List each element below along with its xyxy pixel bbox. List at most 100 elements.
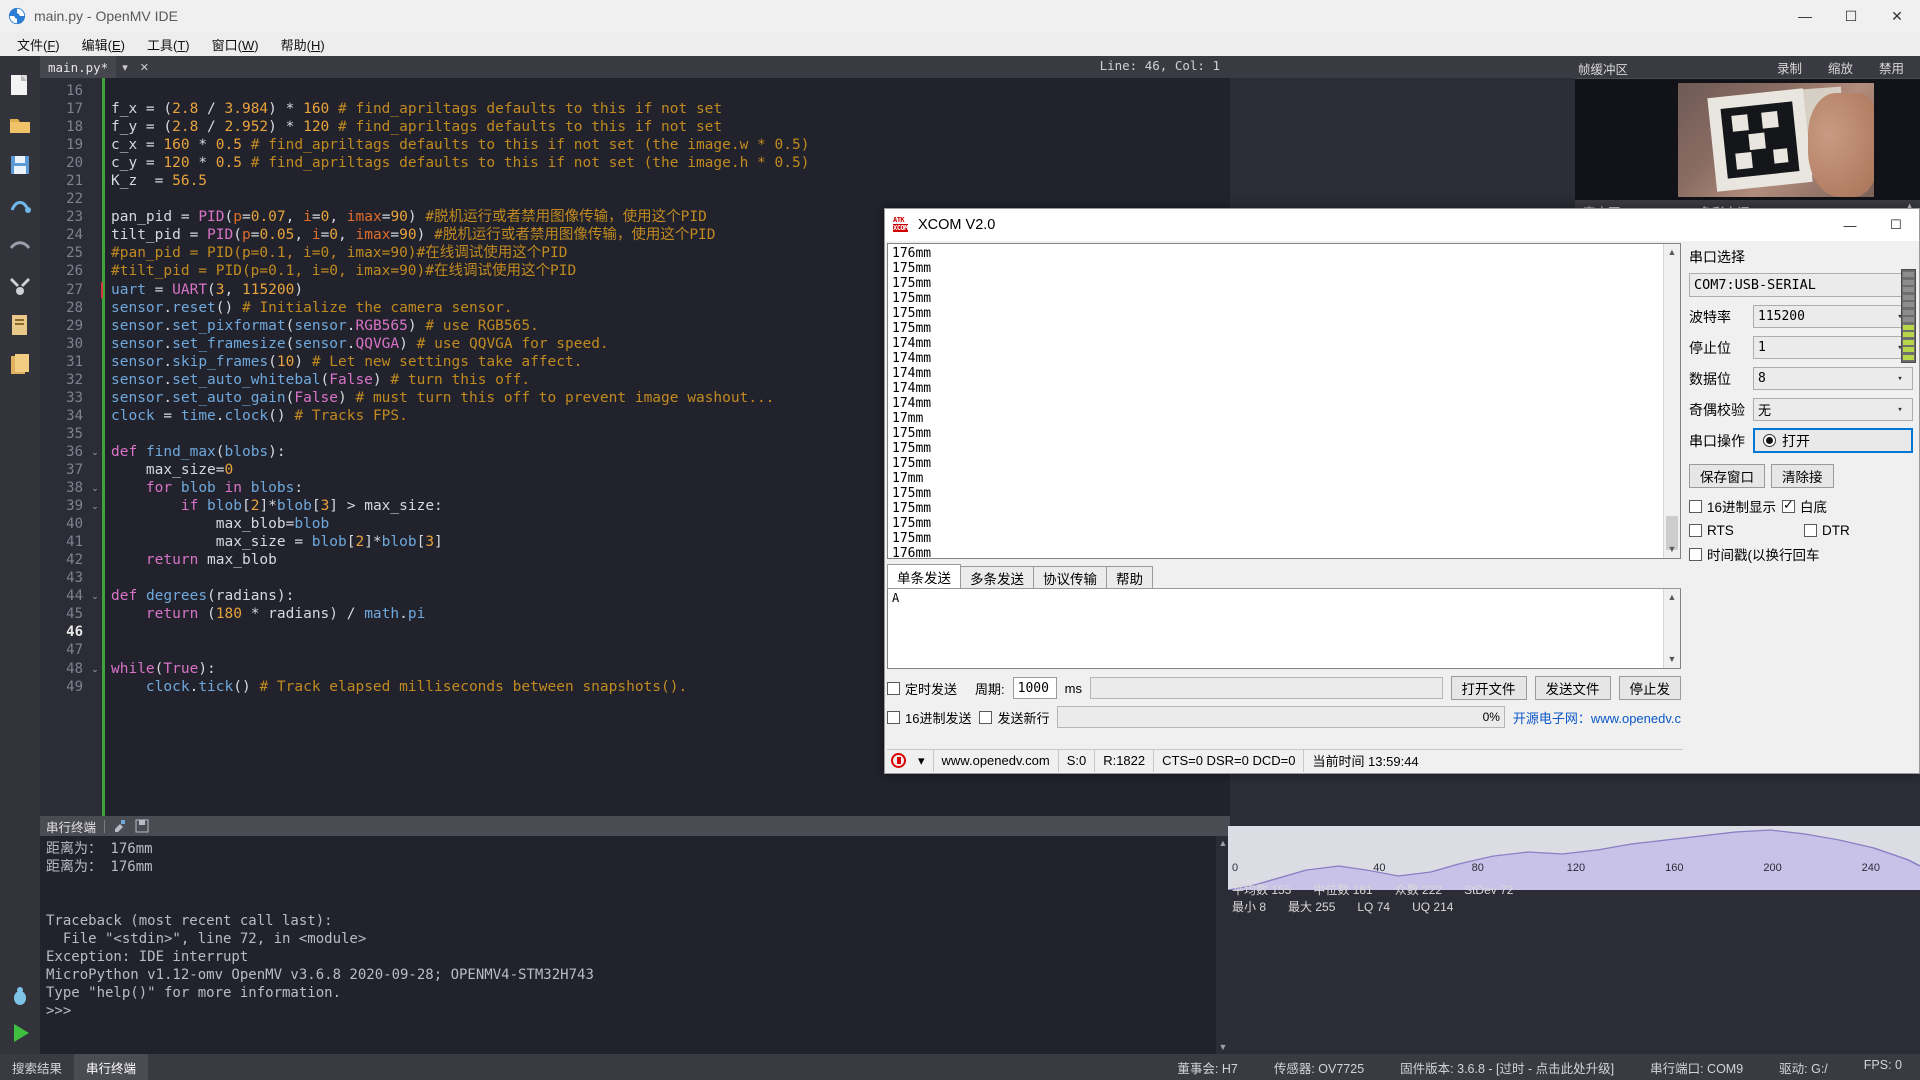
receive-scroll-down-icon[interactable]: ▼ (1664, 541, 1680, 558)
terminal-scroll-down-icon[interactable]: ▼ (1216, 1042, 1230, 1052)
promo-link[interactable]: 开源电子网：www.openedv.c (1513, 708, 1681, 727)
bottom-tab-0[interactable]: 搜索结果 (0, 1054, 74, 1080)
newline-send-checkbox[interactable]: 发送新行 (979, 708, 1049, 727)
led-segment (1903, 317, 1914, 322)
checkbox-row: 16进制显示 白底 (1689, 494, 1913, 518)
settings-checkbox-4[interactable]: 时间戳(以换行回车 (1689, 544, 1820, 564)
fold-toggle-icon[interactable]: ⌄ (88, 479, 102, 497)
send-tab-2[interactable]: 协议传输 (1033, 566, 1107, 588)
zoom-button[interactable]: 缩放 (1828, 58, 1853, 77)
terminal-clear-icon[interactable] (113, 819, 127, 833)
send-scroll-up-icon[interactable]: ▲ (1664, 589, 1680, 606)
menu-item-4[interactable]: 帮助(H) (270, 32, 336, 57)
led-segment (1903, 272, 1914, 277)
fold-toggle-icon[interactable]: ⌄ (88, 660, 102, 678)
line-number: 43 (40, 569, 88, 587)
send-scrollbar[interactable]: ▲ ▼ (1663, 589, 1680, 668)
fold-toggle-icon[interactable]: ⌄ (88, 587, 102, 605)
port-select[interactable]: COM7:USB-SERIAL (1689, 273, 1913, 297)
file-path-field[interactable] (1090, 677, 1443, 699)
editor-tab-main-py[interactable]: main.py* (40, 56, 116, 78)
tools-wrench-icon[interactable] (7, 272, 33, 298)
period-input[interactable]: 1000 (1013, 677, 1057, 699)
record-button[interactable]: 录制 (1777, 58, 1802, 77)
send-tab-1[interactable]: 多条发送 (960, 566, 1034, 588)
timed-send-checkbox[interactable]: 定时发送 (887, 679, 957, 698)
menu-item-2[interactable]: 工具(T) (136, 32, 201, 57)
terminal-save-icon[interactable] (135, 819, 149, 833)
settings-checkbox-2[interactable]: RTS (1689, 523, 1798, 538)
xcom-minimize-button[interactable]: — (1827, 209, 1873, 241)
status-item-2[interactable]: 固件版本: 3.6.8 - [过时 - 点击此处升级] (1382, 1058, 1632, 1077)
send-scroll-down-icon[interactable]: ▼ (1664, 651, 1680, 668)
menu-item-1[interactable]: 编辑(E) (71, 32, 136, 57)
xcom-logo-line2: XCOM (893, 224, 908, 232)
connect-usb-icon[interactable] (7, 192, 33, 218)
setting-select-2[interactable]: 8▾ (1753, 367, 1913, 390)
examples-icon[interactable] (7, 352, 33, 378)
settings-checkbox-3[interactable]: DTR (1804, 523, 1913, 538)
ide-maximize-button[interactable]: ☐ (1828, 0, 1874, 32)
checkbox-label: 白底 (1800, 496, 1827, 516)
save-file-icon[interactable] (7, 152, 33, 178)
checkbox-box[interactable] (1782, 500, 1795, 513)
progress-label: 0% (1483, 710, 1500, 724)
new-file-icon[interactable] (7, 72, 33, 98)
menu-item-0[interactable]: 文件(F) (6, 32, 71, 57)
fold-toggle-icon[interactable]: ⌄ (88, 443, 102, 461)
tab-close-icon[interactable]: ✕ (134, 61, 155, 74)
camera-frame-image (1678, 83, 1874, 197)
menu-item-3[interactable]: 窗口(W) (201, 32, 270, 57)
settings-checkbox-1[interactable]: 白底 (1782, 496, 1827, 516)
setting-select-3[interactable]: 无▾ (1753, 398, 1913, 421)
port-section-title: 串口选择 (1689, 247, 1913, 267)
checkbox-label: RTS (1707, 523, 1734, 538)
status-site-label[interactable]: www.openedv.com (934, 750, 1059, 772)
checkbox-box[interactable] (1689, 548, 1702, 561)
save-window-button[interactable]: 保存窗口 (1689, 464, 1765, 488)
receive-scroll-up-icon[interactable]: ▲ (1664, 244, 1680, 261)
line-number: 42 (40, 551, 88, 569)
settings-checkbox-0[interactable]: 16进制显示 (1689, 496, 1776, 516)
disconnect-icon[interactable] (7, 232, 33, 258)
send-tab-0[interactable]: 单条发送 (887, 564, 961, 588)
open-file-button[interactable]: 打开文件 (1451, 676, 1527, 700)
timed-send-checkbox-box[interactable] (887, 682, 900, 695)
chevron-down-icon[interactable]: ▾ (1892, 405, 1908, 415)
bottom-tab-1[interactable]: 串行终端 (74, 1054, 148, 1080)
receive-box[interactable]: 176mm 175mm 175mm 175mm 175mm 175mm 174m… (887, 243, 1681, 559)
open-file-icon[interactable] (7, 112, 33, 138)
ide-minimize-button[interactable]: — (1782, 0, 1828, 32)
bug-icon[interactable] (7, 984, 33, 1010)
receive-scrollbar[interactable]: ▲ ▼ (1663, 244, 1680, 558)
checkbox-box[interactable] (1689, 500, 1702, 513)
fold-toggle-icon[interactable]: ⌄ (88, 497, 102, 515)
send-tab-3[interactable]: 帮助 (1106, 566, 1153, 588)
setting-label-0: 波特率 (1689, 307, 1747, 327)
xcom-maximize-button[interactable]: ☐ (1873, 209, 1919, 241)
tab-dropdown-caret-icon[interactable]: ▾ (116, 61, 134, 74)
disable-button[interactable]: 禁用 (1879, 58, 1904, 77)
editor-fold-column[interactable]: ⌄⌄⌄⌄⌄ (88, 78, 102, 816)
send-file-button[interactable]: 发送文件 (1535, 676, 1611, 700)
newline-send-checkbox-box[interactable] (979, 711, 992, 724)
docs-icon[interactable] (7, 312, 33, 338)
send-text[interactable]: A (888, 589, 1680, 607)
clear-receive-button[interactable]: 清除接 (1771, 464, 1834, 488)
checkbox-box[interactable] (1689, 524, 1702, 537)
open-port-button[interactable]: 打开 (1753, 428, 1913, 453)
setting-row-2: 数据位8▾ (1689, 365, 1913, 392)
stop-send-button[interactable]: 停止发 (1619, 676, 1682, 700)
send-box[interactable]: A ▲ ▼ (887, 589, 1681, 669)
run-play-icon[interactable] (7, 1020, 33, 1046)
chevron-down-icon[interactable]: ▾ (1892, 374, 1908, 384)
ide-close-button[interactable]: ✕ (1874, 0, 1920, 32)
status-dropdown-caret-icon[interactable]: ▾ (910, 750, 934, 772)
timed-send-label: 定时发送 (905, 679, 957, 698)
hex-send-checkbox-box[interactable] (887, 711, 900, 724)
setting-select-1[interactable]: 1▾ (1753, 336, 1913, 359)
checkbox-box[interactable] (1804, 524, 1817, 537)
setting-select-0[interactable]: 115200▾ (1753, 305, 1913, 328)
hex-send-checkbox[interactable]: 16进制发送 (887, 708, 971, 727)
xcom-logo-line1: ATK (893, 216, 904, 224)
